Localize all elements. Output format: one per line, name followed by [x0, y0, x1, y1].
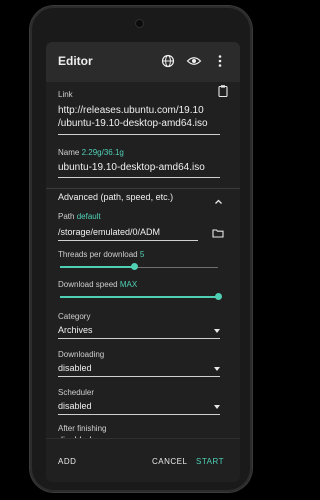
dialog-titlebar: Editor — [46, 42, 240, 82]
dropdown-arrow-icon — [214, 367, 220, 371]
section-divider — [46, 188, 240, 189]
phone-frame: Editor Link http://releases.ubuntu.com/1… — [30, 6, 252, 492]
path-underline — [58, 240, 198, 241]
clipboard-icon[interactable] — [216, 84, 230, 103]
speed-value: MAX — [119, 280, 138, 289]
speed-slider-thumb[interactable] — [214, 293, 222, 300]
editor-dialog: Editor Link http://releases.ubuntu.com/1… — [46, 42, 240, 482]
path-value: /storage/emulated/0/ADM — [58, 227, 161, 237]
name-value: ubuntu-19.10-desktop-amd64.iso — [58, 162, 205, 173]
dropdown-arrow-icon — [214, 405, 220, 409]
add-button[interactable]: ADD — [58, 457, 76, 466]
threads-value: 5 — [139, 250, 145, 259]
eye-icon[interactable] — [186, 53, 202, 69]
scheduler-value: disabled — [58, 401, 92, 411]
link-underline — [58, 134, 220, 135]
link-url-line1: http://releases.ubuntu.com/19.10 — [58, 105, 204, 116]
advanced-label: Advanced (path, speed, etc.) — [58, 192, 174, 202]
dialog-content: Link http://releases.ubuntu.com/19.10 /u… — [46, 82, 240, 438]
front-camera — [136, 20, 143, 27]
category-underline — [58, 338, 220, 339]
link-label: Link — [58, 90, 73, 99]
threads-slider-thumb[interactable] — [130, 263, 138, 270]
threads-label: Threads per download 5 — [58, 250, 145, 259]
path-label: Path default — [58, 212, 101, 221]
scheduler-label: Scheduler — [58, 388, 95, 397]
category-value: Archives — [58, 325, 93, 335]
name-size: 2.29g/36.1g — [81, 148, 124, 157]
downloading-underline — [58, 376, 220, 377]
threads-slider-fill — [60, 266, 135, 268]
path-tag: default — [76, 212, 101, 221]
name-label: Name 2.29g/36.1g — [58, 148, 124, 157]
after-label: After finishing — [58, 424, 107, 433]
speed-label: Download speed MAX — [58, 280, 138, 289]
more-vert-icon[interactable] — [212, 53, 228, 69]
dropdown-arrow-icon — [214, 329, 220, 333]
downloading-label: Downloading — [58, 350, 105, 359]
link-url-line2: /ubuntu-19.10-desktop-amd64.iso — [58, 118, 208, 129]
scheduler-underline — [58, 414, 220, 415]
dialog-title: Editor — [58, 54, 93, 68]
speed-slider-fill — [60, 296, 218, 298]
downloading-value: disabled — [58, 363, 92, 373]
chevron-up-icon — [214, 193, 223, 211]
name-underline — [58, 177, 220, 178]
folder-icon[interactable] — [212, 225, 224, 243]
category-label: Category — [58, 312, 91, 321]
dialog-footer: ADD CANCEL START — [46, 438, 240, 482]
start-button[interactable]: START — [196, 457, 224, 466]
globe-icon[interactable] — [160, 53, 176, 69]
cancel-button[interactable]: CANCEL — [152, 457, 187, 466]
